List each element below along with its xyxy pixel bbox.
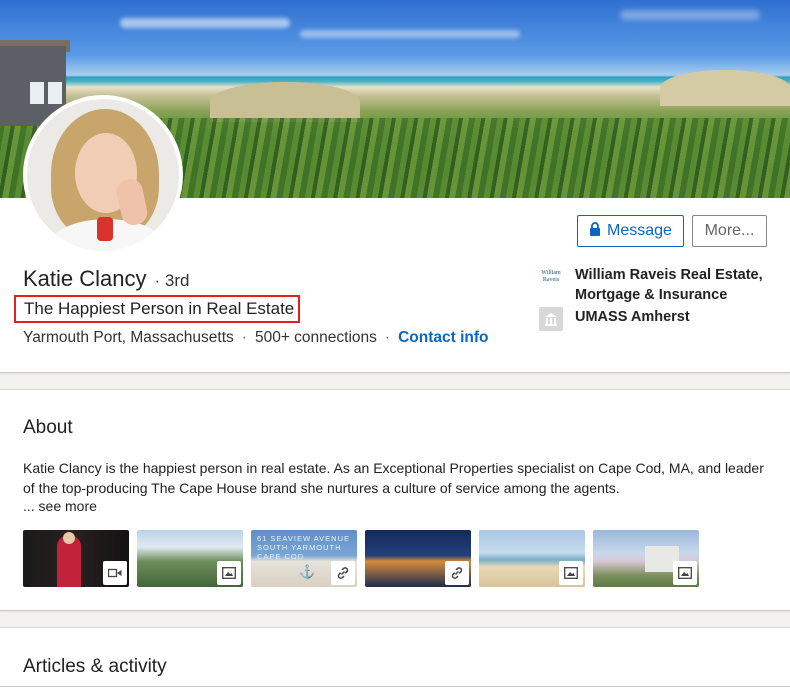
lock-icon (589, 221, 601, 241)
see-more-link[interactable]: ... see more (23, 498, 97, 514)
media-thumbnail-image[interactable] (479, 530, 585, 587)
profile-headline: The Happiest Person in Real Estate (14, 295, 300, 323)
education-school: UMASS Amherst (575, 309, 690, 325)
more-button[interactable]: More... (692, 215, 767, 247)
media-thumbnail-image[interactable] (137, 530, 243, 587)
profile-location: Yarmouth Port, Massachusetts (23, 329, 234, 346)
media-link-text: 61 SEAVIEW AVENUE SOUTH YARMOUTH CAPE CO… (257, 534, 350, 561)
media-thumbnail-link[interactable] (365, 530, 471, 587)
video-icon (103, 561, 127, 585)
about-section: About Katie Clancy is the happiest perso… (0, 389, 790, 611)
profile-top-card: Message More... Katie Clancy · 3rd The H… (0, 0, 790, 373)
message-button[interactable]: Message (577, 215, 684, 247)
contact-info-link[interactable]: Contact info (398, 329, 488, 347)
profile-meta: Yarmouth Port, Massachusetts · 500+ conn… (23, 329, 488, 347)
anchor-icon: ⚓ (299, 564, 316, 579)
education-item-umass[interactable]: UMASS Amherst (539, 307, 765, 331)
about-title: About (23, 417, 73, 438)
articles-title: Articles & activity (23, 656, 167, 677)
william-raveis-logo: William Raveis (541, 270, 561, 283)
school-building-icon (539, 307, 563, 331)
connections-count[interactable]: 500+ connections (255, 329, 377, 347)
articles-activity-section: Articles & activity (0, 627, 790, 687)
link-icon (331, 561, 355, 585)
image-icon (673, 561, 697, 585)
profile-name: Katie Clancy (23, 266, 147, 291)
image-icon (217, 561, 241, 585)
connection-degree: · 3rd (154, 271, 190, 290)
about-text: Katie Clancy is the happiest person in r… (23, 460, 764, 496)
image-icon (559, 561, 583, 585)
profile-photo[interactable] (23, 95, 183, 255)
name-row: Katie Clancy · 3rd (23, 266, 189, 292)
link-icon (445, 561, 469, 585)
experience-company: William Raveis Real Estate, Mortgage & I… (575, 267, 763, 303)
more-button-label: More... (704, 222, 755, 239)
media-thumbnail-image[interactable] (593, 530, 699, 587)
media-thumbnail-link[interactable]: 61 SEAVIEW AVENUE SOUTH YARMOUTH CAPE CO… (251, 530, 357, 587)
separator: · (241, 329, 247, 346)
separator: · (384, 329, 391, 346)
media-thumbnail-video[interactable] (23, 530, 129, 587)
experience-item-william-raveis[interactable]: William Raveis William Raveis Real Estat… (539, 265, 765, 305)
message-button-label: Message (607, 222, 672, 239)
